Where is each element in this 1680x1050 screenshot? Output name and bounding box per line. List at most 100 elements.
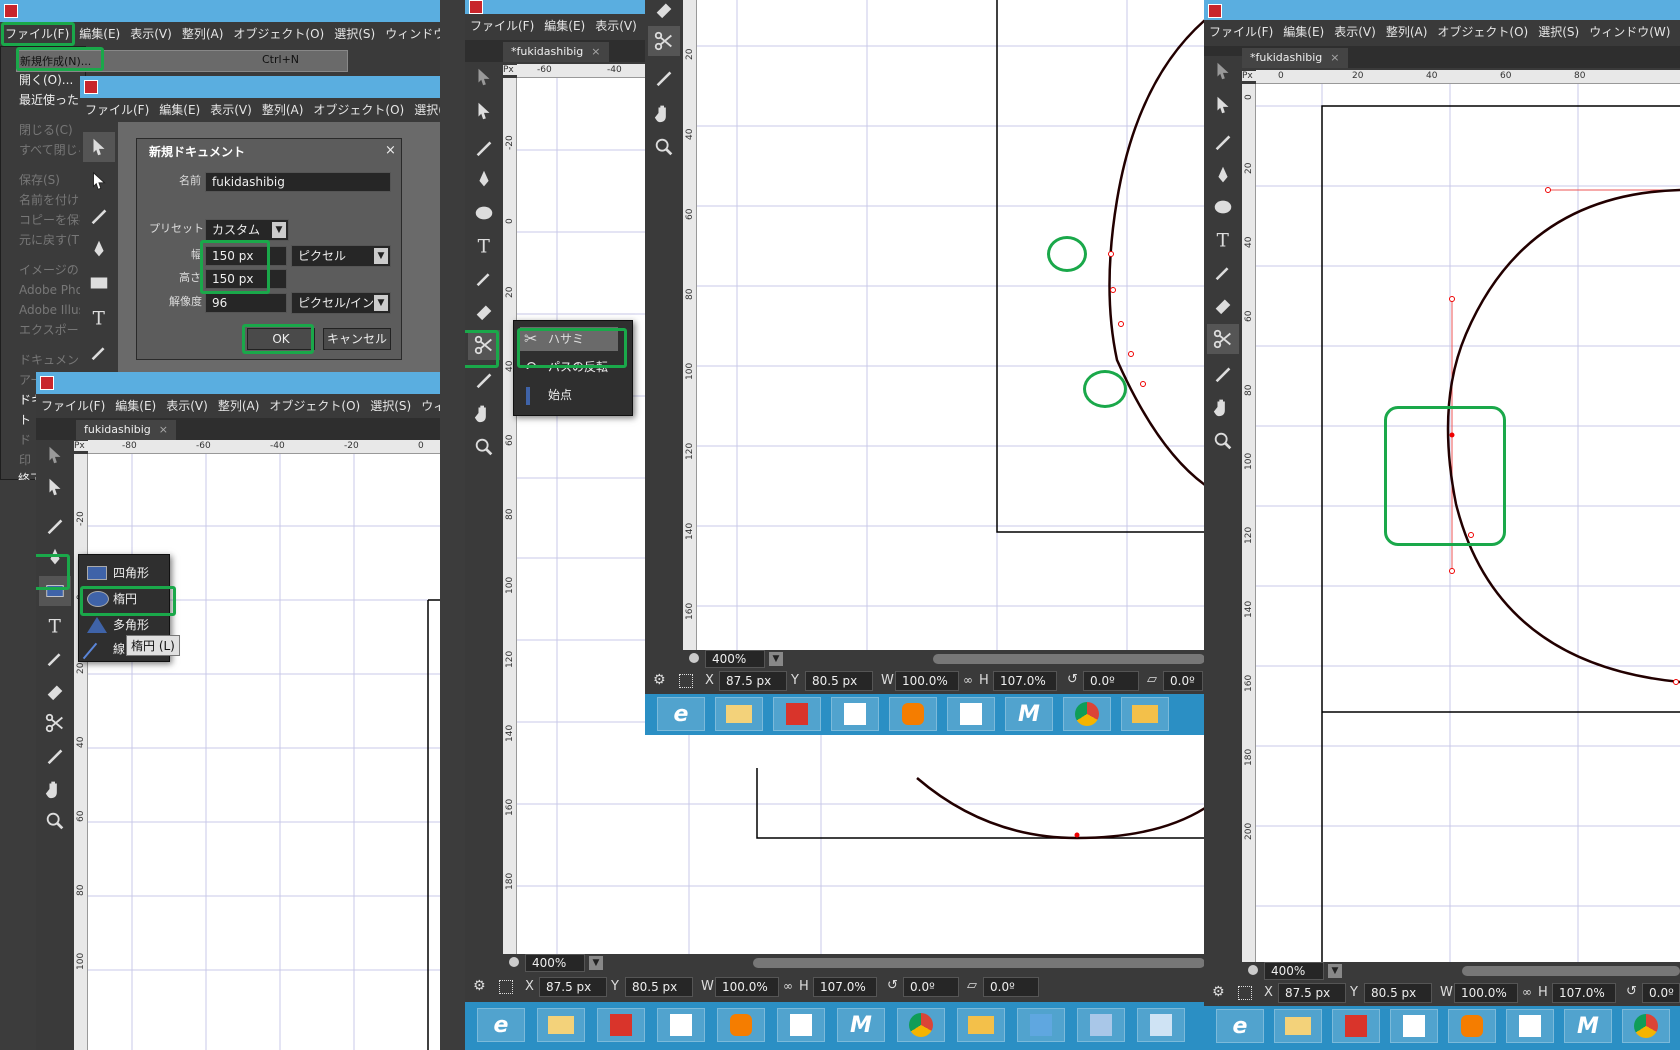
gear-icon[interactable]: ⚙ xyxy=(653,672,666,688)
rotation-field[interactable]: 0.0º xyxy=(1083,671,1139,691)
menu-1[interactable]: 編集(E) xyxy=(539,14,590,38)
brush-tool[interactable] xyxy=(39,510,71,540)
hand-icon[interactable] xyxy=(1207,392,1239,422)
menu-2[interactable]: 表示(V) xyxy=(161,394,213,418)
resolution-field[interactable]: 96 xyxy=(205,293,287,313)
menu-item-revert[interactable]: 元に戻す(T) xyxy=(19,231,84,249)
subselection-tool[interactable] xyxy=(39,472,71,502)
menu-5[interactable]: 選択(S) xyxy=(365,394,416,418)
tab-fukidashibig[interactable]: *fukidashibig × xyxy=(1242,48,1348,68)
eraser-tool[interactable] xyxy=(648,0,680,24)
menu-item-photoshop[interactable]: Adobe Phot xyxy=(19,281,88,299)
eraser-tool[interactable] xyxy=(39,676,71,706)
menu-4[interactable]: オブジェクト(O) xyxy=(228,22,329,46)
zoom-field[interactable]: 400% xyxy=(525,954,585,972)
explorer-icon[interactable] xyxy=(1274,1009,1322,1043)
gear-icon[interactable]: ⚙ xyxy=(1212,984,1225,1000)
zoom-field[interactable]: 400% xyxy=(705,650,765,668)
menu-1[interactable]: 編集(E) xyxy=(74,22,125,46)
x-field[interactable]: 87.5 px xyxy=(719,671,787,691)
menu-7[interactable]: ヘ xyxy=(1675,20,1680,44)
hand-icon[interactable] xyxy=(648,98,680,128)
menu-0[interactable]: ファイル(F) xyxy=(1204,20,1278,44)
zoom-dropdown[interactable]: ▼ xyxy=(1328,964,1342,978)
canvas[interactable] xyxy=(88,454,440,1050)
m-icon[interactable]: M xyxy=(837,1008,885,1042)
h-field[interactable]: 107.0% xyxy=(993,671,1057,691)
menu-item-do[interactable]: ド xyxy=(19,431,31,449)
app-icon-6[interactable] xyxy=(947,697,995,731)
menu-item-close[interactable]: 閉じる(C) xyxy=(19,121,73,139)
name-field[interactable]: fukidashibig xyxy=(205,172,391,192)
eraser-tool[interactable] xyxy=(468,296,500,326)
skew-field[interactable]: 0.0º xyxy=(1163,671,1203,691)
app-icon-10[interactable] xyxy=(1017,1008,1065,1042)
pen-tool[interactable] xyxy=(83,234,115,264)
subselection-tool[interactable] xyxy=(83,166,115,196)
w-field[interactable]: 100.0% xyxy=(1454,983,1518,1003)
tab-fukidashibig[interactable]: *fukidashibig × xyxy=(503,42,609,62)
subselection-tool[interactable] xyxy=(468,96,500,126)
link-icon[interactable]: ∞ xyxy=(783,979,793,993)
office-icon[interactable] xyxy=(1332,1009,1380,1043)
explorer-icon[interactable] xyxy=(537,1008,585,1042)
app-icon-6[interactable] xyxy=(777,1008,825,1042)
brush-tool[interactable] xyxy=(1207,126,1239,156)
menu-4[interactable]: オブジェクト(O) xyxy=(264,394,365,418)
close-icon[interactable]: × xyxy=(1330,51,1339,64)
eyedropper-tool[interactable] xyxy=(1207,256,1239,286)
menu-item-open[interactable]: 開く(O)... xyxy=(19,71,73,89)
menu-1[interactable]: 編集(E) xyxy=(154,98,205,122)
scissors-icon[interactable] xyxy=(1207,324,1239,354)
ellipse-tool[interactable] xyxy=(1207,192,1239,222)
knife-tool[interactable] xyxy=(648,62,680,92)
preset-select[interactable]: カスタム ▼ xyxy=(205,219,289,241)
ellipse-tool[interactable] xyxy=(468,198,500,228)
blogger-icon[interactable] xyxy=(717,1008,765,1042)
app-icon-4[interactable] xyxy=(1390,1009,1438,1043)
zoom-icon[interactable] xyxy=(468,432,500,462)
chrome-icon[interactable] xyxy=(897,1008,945,1042)
knife-tool[interactable] xyxy=(1207,358,1239,388)
ie-icon[interactable]: e xyxy=(1216,1009,1264,1043)
menu-0[interactable]: ファイル(F) xyxy=(465,14,539,38)
office-icon[interactable] xyxy=(773,697,821,731)
eyedropper-tool[interactable] xyxy=(83,336,115,366)
menu-2[interactable]: 表示(V) xyxy=(205,98,257,122)
office-icon[interactable] xyxy=(597,1008,645,1042)
rectangle-tool[interactable] xyxy=(83,268,115,298)
zoom-icon[interactable] xyxy=(648,132,680,162)
h-field[interactable]: 107.0% xyxy=(813,977,877,997)
chrome-icon[interactable] xyxy=(1063,697,1111,731)
menu-0[interactable]: ファイル(F) xyxy=(80,98,154,122)
canvas[interactable] xyxy=(697,0,1205,650)
menu-5[interactable]: 選択(S) xyxy=(329,22,380,46)
resolution-unit-select[interactable]: ピクセル/インチ ▼ xyxy=(291,292,391,314)
scissors-icon[interactable] xyxy=(648,26,680,56)
zoom-dropdown[interactable]: ▼ xyxy=(769,652,783,666)
m-icon[interactable]: M xyxy=(1564,1009,1612,1043)
zoom-icon[interactable] xyxy=(39,806,71,836)
menu-item-illustrator[interactable]: Adobe Illus xyxy=(19,301,85,319)
menu-item-polygon[interactable]: 多角形 xyxy=(85,613,149,637)
knife-tool[interactable] xyxy=(39,740,71,770)
x-field[interactable]: 87.5 px xyxy=(539,977,607,997)
menu-3[interactable]: 整列(A) xyxy=(213,394,265,418)
selection-tool[interactable] xyxy=(468,62,500,92)
link-icon[interactable]: ∞ xyxy=(1522,985,1532,999)
blogger-icon[interactable] xyxy=(1448,1009,1496,1043)
menu-5[interactable]: 選択(S) xyxy=(409,98,440,122)
selection-tool[interactable] xyxy=(39,440,71,470)
rotation-field[interactable]: 0.0º xyxy=(1642,983,1680,1003)
width-unit-select[interactable]: ピクセル ▼ xyxy=(291,245,391,267)
h-field[interactable]: 107.0% xyxy=(1552,983,1616,1003)
blogger-icon[interactable] xyxy=(889,697,937,731)
app-icon-4[interactable] xyxy=(657,1008,705,1042)
m-icon[interactable]: M xyxy=(1005,697,1053,731)
tab-fukidashibig[interactable]: fukidashibig × xyxy=(76,420,176,440)
zoom-field[interactable]: 400% xyxy=(1264,962,1324,980)
menu-2[interactable]: 表示(V) xyxy=(590,14,642,38)
app-icon-9[interactable] xyxy=(957,1008,1005,1042)
menu-item-save[interactable]: 保存(S) xyxy=(19,171,60,189)
cancel-button[interactable]: キャンセル xyxy=(323,328,391,350)
